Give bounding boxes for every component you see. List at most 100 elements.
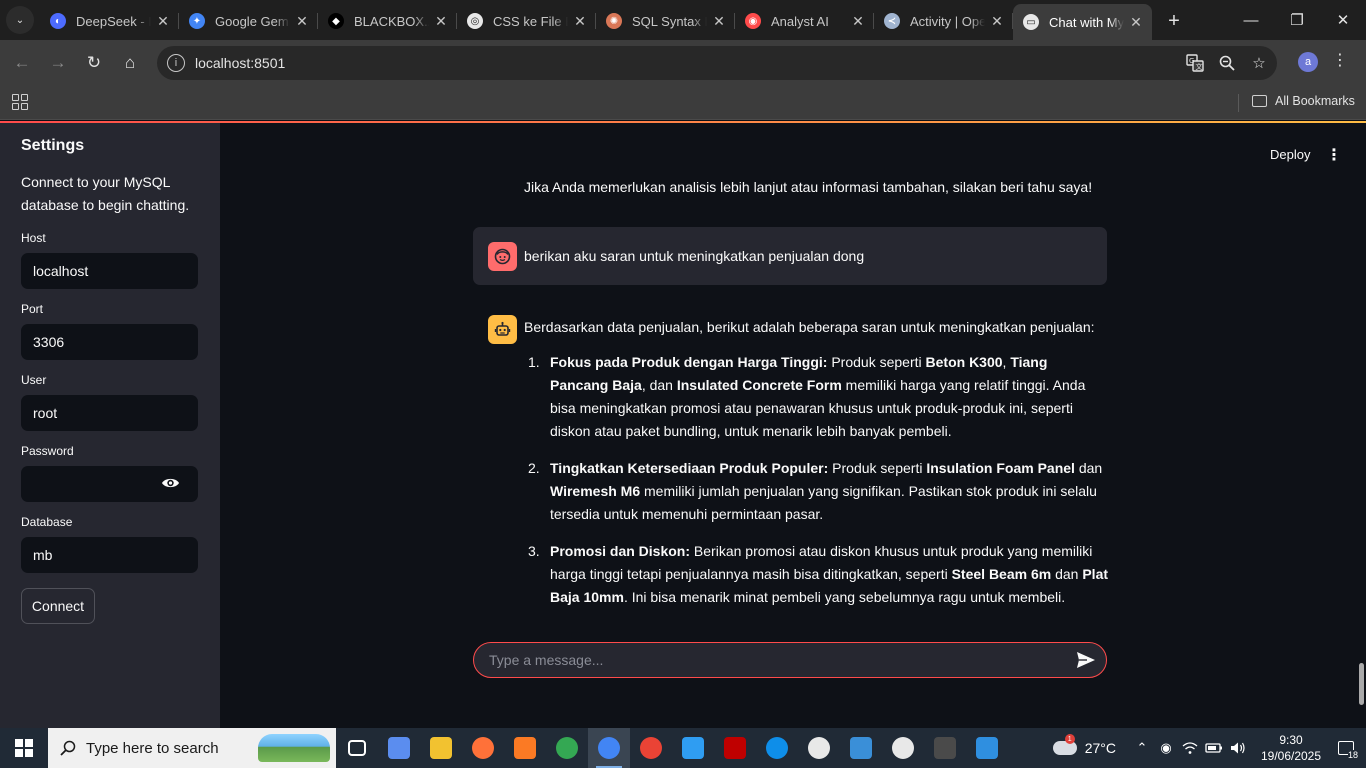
taskbar-app-soccer[interactable] — [798, 728, 840, 768]
zoom-icon[interactable] — [1217, 53, 1237, 73]
browser-tab[interactable]: ▭ Chat with MySQL✕ — [1013, 4, 1152, 40]
list-item: 3. Promosi dan Diskon: Berikan promosi a… — [524, 540, 1109, 609]
home-button[interactable]: ⌂ — [112, 45, 148, 81]
weather-badge: 1 — [1064, 734, 1075, 744]
main-scrollbar[interactable] — [1359, 663, 1364, 705]
deploy-button[interactable]: Deploy — [1270, 147, 1310, 162]
profile-avatar[interactable]: a — [1298, 52, 1318, 72]
assistant-intro-text: Berdasarkan data penjualan, berikut adal… — [524, 319, 1095, 335]
close-tab-icon[interactable]: ✕ — [1128, 14, 1144, 31]
browser-tab[interactable]: ≺ Activity | Open✕ — [874, 4, 1013, 38]
close-tab-icon[interactable]: ✕ — [155, 13, 171, 30]
taskbar-app-task-view[interactable] — [336, 728, 378, 768]
weather-widget[interactable]: 1 27°C — [1052, 734, 1116, 756]
product-name: Steel Beam 6m — [951, 566, 1052, 582]
taskbar-app-file-explorer[interactable] — [420, 728, 462, 768]
browser-tab[interactable]: ◐ DeepSeek - Into the Unknown✕ — [40, 4, 179, 38]
product-name: Beton K300 — [925, 354, 1003, 370]
close-tab-icon[interactable]: ✕ — [572, 13, 588, 30]
clock-time: 9:30 — [1279, 733, 1303, 747]
taskbar-app-copilot[interactable] — [378, 728, 420, 768]
taskbar-app-filezilla[interactable] — [714, 728, 756, 768]
close-window-button[interactable]: ✕ — [1320, 0, 1366, 40]
minimize-button[interactable]: — — [1228, 0, 1274, 40]
close-tab-icon[interactable]: ✕ — [433, 13, 449, 30]
app-blue-icon — [850, 737, 872, 759]
chat-input-box[interactable] — [473, 642, 1107, 678]
system-clock[interactable]: 9:30 19/06/2025 — [1256, 732, 1326, 764]
all-bookmarks-button[interactable]: All Bookmarks — [1252, 94, 1355, 108]
close-tab-icon[interactable]: ✕ — [989, 13, 1005, 30]
new-tab-button[interactable]: + — [1160, 7, 1188, 35]
browser-tab[interactable]: ◎ CSS ke File Eksternal✕ — [457, 4, 596, 38]
address-bar[interactable]: i localhost:8501 G文 ☆ — [157, 46, 1277, 80]
product-name: Insulation Foam Panel — [926, 460, 1075, 476]
user-message-text: berikan aku saran untuk meningkatkan pen… — [524, 248, 865, 264]
taskbar-app-vscode[interactable] — [672, 728, 714, 768]
taskbar-search[interactable]: Type here to search — [48, 728, 336, 768]
connect-button[interactable]: Connect — [21, 588, 95, 624]
host-input[interactable]: localhost — [21, 253, 198, 289]
list-number: 2. — [528, 460, 540, 476]
taskbar-app-soccer-alt[interactable] — [882, 728, 924, 768]
temperature: 27°C — [1084, 740, 1116, 756]
taskbar-app-firefox[interactable] — [462, 728, 504, 768]
tab-title: SQL Syntax Error — [632, 13, 707, 29]
firefox-icon — [472, 737, 494, 759]
main-menu-icon[interactable]: ⋮ — [1326, 145, 1342, 165]
taskbar-app-xampp[interactable] — [504, 728, 546, 768]
search-icon — [60, 740, 76, 756]
chevron-up-icon[interactable]: ⌃ — [1130, 740, 1154, 756]
taskbar-app-chrome-profile[interactable] — [588, 728, 630, 768]
taskbar-app-teamviewer[interactable] — [756, 728, 798, 768]
tab-favicon-icon: ◎ — [467, 13, 483, 29]
wifi-icon[interactable] — [1178, 741, 1202, 755]
bookmark-star-icon[interactable]: ☆ — [1249, 53, 1269, 73]
user-input[interactable]: root — [21, 395, 198, 431]
show-password-eye-icon[interactable] — [161, 476, 180, 490]
volume-icon[interactable] — [1226, 741, 1250, 755]
taskbar-app-paint[interactable] — [966, 728, 1008, 768]
forward-button[interactable]: → — [40, 45, 76, 81]
send-icon[interactable] — [1076, 651, 1096, 669]
main-content: Deploy ⋮ Jika Anda memerlukan analisis l… — [220, 123, 1366, 728]
database-input[interactable]: mb — [21, 537, 198, 573]
close-tab-icon[interactable]: ✕ — [294, 13, 310, 30]
tab-favicon-icon: ◐ — [50, 13, 66, 29]
browser-tab[interactable]: ✦ Google Gemini✕ — [179, 4, 318, 38]
address-url[interactable]: localhost:8501 — [195, 55, 285, 71]
back-button[interactable]: ← — [4, 45, 40, 81]
restore-button[interactable]: ❐ — [1274, 0, 1320, 40]
close-tab-icon[interactable]: ✕ — [711, 13, 727, 30]
browser-menu-icon[interactable]: ⋮ — [1332, 50, 1348, 70]
site-info-icon[interactable]: i — [167, 54, 185, 72]
notification-center-button[interactable]: 18 — [1326, 728, 1366, 768]
tab-title: Analyst AI — [771, 13, 829, 29]
user-message: berikan aku saran untuk meningkatkan pen… — [473, 227, 1107, 285]
search-placeholder: Type here to search — [86, 739, 219, 757]
taskbar-app-chrome-alt[interactable] — [630, 728, 672, 768]
battery-icon[interactable] — [1202, 742, 1226, 754]
list-item: 2. Tingkatkan Ketersediaan Produk Popule… — [524, 457, 1109, 526]
database-label: Database — [21, 515, 73, 529]
taskbar-app-terminal[interactable] — [924, 728, 966, 768]
sidebar-title: Settings — [21, 137, 85, 154]
start-button[interactable] — [0, 728, 48, 768]
windows-logo-icon — [15, 739, 33, 757]
all-bookmarks-label: All Bookmarks — [1275, 94, 1355, 108]
tab-search-button[interactable]: ⌄ — [6, 6, 34, 34]
bookmarks-divider — [1238, 94, 1239, 112]
port-input[interactable]: 3306 — [21, 324, 198, 360]
browser-tab[interactable]: ✺ SQL Syntax Error✕ — [596, 4, 735, 38]
webcam-icon[interactable]: ◉ — [1154, 740, 1178, 756]
close-tab-icon[interactable]: ✕ — [850, 13, 866, 30]
reload-button[interactable]: ↻ — [76, 45, 112, 81]
taskbar-app-app-blue[interactable] — [840, 728, 882, 768]
browser-tab[interactable]: ◉ Analyst AI ✕ — [735, 4, 874, 38]
taskbar-app-chrome[interactable] — [546, 728, 588, 768]
translate-icon[interactable]: G文 — [1185, 53, 1205, 73]
chat-message-input[interactable] — [489, 652, 1049, 668]
password-input[interactable] — [21, 466, 198, 502]
apps-grid-icon[interactable] — [12, 94, 28, 110]
browser-tab[interactable]: ◆ BLACKBOX.AI✕ — [318, 4, 457, 38]
